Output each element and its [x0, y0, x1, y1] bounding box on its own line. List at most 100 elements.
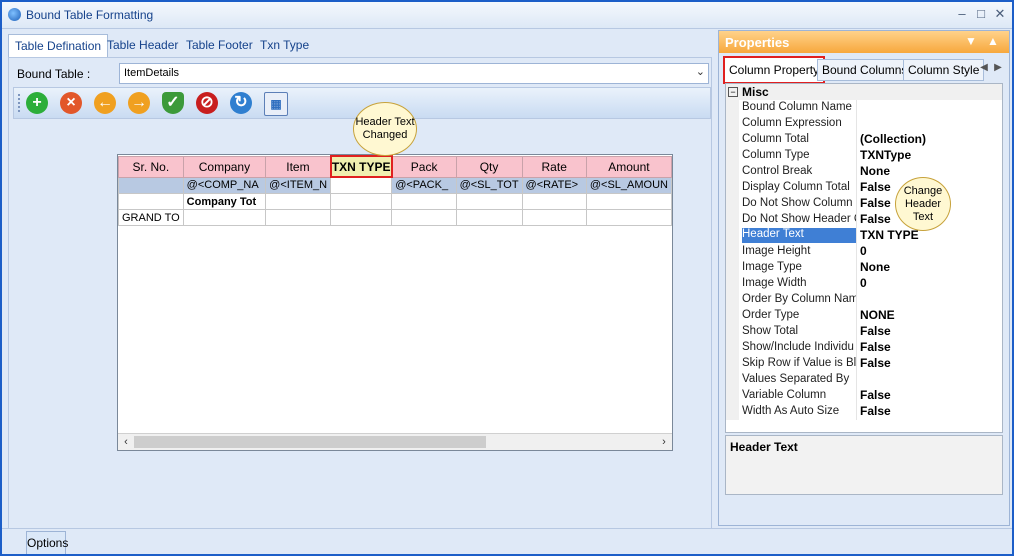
col-header-amount[interactable]: Amount [585, 155, 673, 178]
property-value[interactable]: (Collection) [860, 132, 926, 146]
scroll-right-icon[interactable]: › [656, 434, 672, 450]
tab-table-footer[interactable]: Table Footer [180, 34, 259, 56]
property-value[interactable]: False [860, 340, 891, 354]
property-value[interactable]: TXN TYPE [860, 228, 919, 242]
tab-txn-type[interactable]: Txn Type [254, 34, 315, 56]
bound-table-combo[interactable]: ItemDetails ⌄ [119, 63, 709, 84]
property-row[interactable]: Show Total False [726, 324, 1002, 340]
tab-scroll-left-icon[interactable]: ◀ [977, 59, 991, 77]
stop-icon[interactable]: ⊘ [196, 92, 218, 114]
property-row[interactable]: Skip Row if Value is Bl False [726, 356, 1002, 372]
grid-cell[interactable] [585, 209, 673, 226]
tab-table-defination[interactable]: Table Defination [8, 34, 109, 57]
grid-cell[interactable] [330, 176, 393, 194]
property-value[interactable]: False [860, 404, 891, 418]
property-value[interactable]: 0 [860, 276, 867, 290]
property-value[interactable]: False [860, 196, 891, 210]
property-value[interactable]: False [860, 180, 891, 194]
property-row[interactable]: Column Type TXNType [726, 148, 1002, 164]
property-row[interactable]: Display Column Total False [726, 180, 1002, 196]
collapse-icon[interactable]: − [728, 87, 738, 97]
property-row[interactable]: Header Text TXN TYPE [726, 228, 1002, 244]
grid-cell[interactable] [118, 176, 184, 194]
table-row[interactable]: Company Tot [118, 193, 673, 210]
tab-column-property[interactable]: Column Property [723, 56, 826, 84]
grid-cell[interactable]: Company Tot [182, 193, 267, 210]
property-row[interactable]: Column Total (Collection) [726, 132, 1002, 148]
grid-cell[interactable] [521, 209, 587, 226]
scroll-thumb[interactable] [134, 436, 486, 448]
restore-icon[interactable]: □ [972, 5, 990, 23]
grid-cell[interactable]: @<RATE> [521, 176, 587, 194]
tab-column-style[interactable]: Column Style [903, 59, 985, 81]
property-row[interactable]: Show/Include Individu False [726, 340, 1002, 356]
grid-cell[interactable] [521, 193, 587, 210]
property-value[interactable]: None [860, 260, 890, 274]
property-value[interactable]: False [860, 388, 891, 402]
bound-table-grid[interactable]: Sr. No. Company Item TXN TYPE Pack Qty R… [117, 154, 673, 451]
property-row[interactable]: Order By Column Nam [726, 292, 1002, 308]
grid-cell[interactable] [265, 193, 332, 210]
col-header-qty[interactable]: Qty [455, 155, 523, 178]
tab-bound-columns[interactable]: Bound Columns [817, 59, 913, 81]
grid-cell[interactable]: @<SL_AMOUN [585, 176, 673, 194]
col-header-company[interactable]: Company [182, 155, 267, 178]
horizontal-scrollbar[interactable]: ‹ › [118, 433, 672, 450]
property-row[interactable]: Variable Column False [726, 388, 1002, 404]
grid-cell[interactable] [118, 193, 184, 210]
col-header-txn-type[interactable]: TXN TYPE [329, 155, 393, 178]
property-row[interactable]: Values Separated By [726, 372, 1002, 388]
grid-cell[interactable] [265, 209, 332, 226]
tab-table-header[interactable]: Table Header [101, 34, 184, 56]
property-value[interactable]: TXNType [860, 148, 911, 162]
grid-cell[interactable]: GRAND TO [118, 209, 184, 226]
grid-cell[interactable] [585, 193, 673, 210]
grid-cell[interactable] [391, 209, 457, 226]
grid-cell[interactable]: @<PACK_ [391, 176, 457, 194]
col-header-pack[interactable]: Pack [391, 155, 457, 178]
grid-cell[interactable] [391, 193, 457, 210]
property-value[interactable]: NONE [860, 308, 895, 322]
property-value[interactable]: False [860, 356, 891, 370]
shield-check-icon[interactable]: ✓ [162, 92, 184, 114]
property-row[interactable]: Image Height 0 [726, 244, 1002, 260]
table-row[interactable]: @<COMP_NA @<ITEM_N @<PACK_ @<SL_TOT @<RA… [118, 176, 673, 194]
refresh-icon[interactable]: ↻ [230, 92, 252, 114]
property-row[interactable]: Control Break None [726, 164, 1002, 180]
property-row[interactable]: Image Width 0 [726, 276, 1002, 292]
scroll-left-icon[interactable]: ‹ [118, 434, 134, 450]
property-value[interactable]: False [860, 212, 891, 226]
property-grid[interactable]: − Misc Bound Column Name Column Expressio… [725, 83, 1003, 433]
add-icon[interactable]: + [26, 92, 48, 114]
back-icon[interactable]: ← [94, 92, 116, 114]
grid-cell[interactable] [330, 193, 393, 210]
property-row[interactable]: Do Not Show Header C False [726, 212, 1002, 228]
property-value[interactable]: 0 [860, 244, 867, 258]
grid-cell[interactable] [455, 193, 523, 210]
close-icon[interactable]: ✕ [991, 5, 1009, 23]
tab-scroll-right-icon[interactable]: ▶ [991, 59, 1005, 77]
property-row[interactable]: Order Type NONE [726, 308, 1002, 324]
table-row[interactable]: GRAND TO [118, 209, 673, 226]
grid-cell[interactable] [182, 209, 267, 226]
forward-icon[interactable]: → [128, 92, 150, 114]
col-header-sr-no[interactable]: Sr. No. [118, 155, 184, 178]
property-row[interactable]: Do Not Show Column False [726, 196, 1002, 212]
property-row[interactable]: Column Expression [726, 116, 1002, 132]
property-value[interactable]: False [860, 324, 891, 338]
grid-cell[interactable]: @<COMP_NA [182, 176, 267, 194]
category-misc[interactable]: − Misc [726, 84, 1002, 100]
minimize-icon[interactable]: – [953, 5, 971, 23]
property-row[interactable]: Image Type None [726, 260, 1002, 276]
col-header-rate[interactable]: Rate [521, 155, 587, 178]
delete-icon[interactable]: × [60, 92, 82, 114]
property-row[interactable]: Width As Auto Size False [726, 404, 1002, 420]
pin-icon[interactable]: ▲ [987, 34, 999, 48]
panel-menu-icon[interactable]: ▼ [965, 34, 977, 48]
property-row[interactable]: Bound Column Name [726, 100, 1002, 116]
grid-layout-icon[interactable]: ▦ [264, 92, 288, 116]
grid-cell[interactable] [330, 209, 393, 226]
grid-cell[interactable]: @<SL_TOT [455, 176, 523, 194]
grid-cell[interactable] [455, 209, 523, 226]
col-header-item[interactable]: Item [265, 155, 332, 178]
